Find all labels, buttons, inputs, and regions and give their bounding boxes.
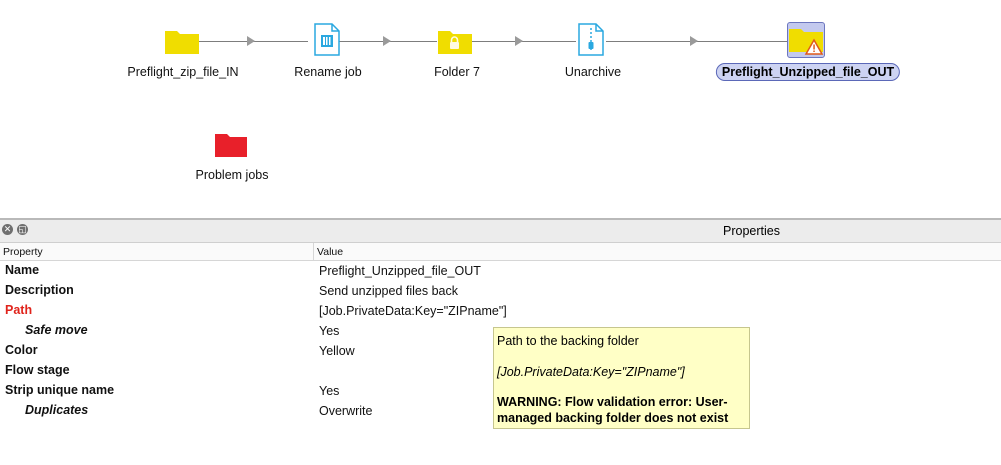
node-label-problem-jobs[interactable]: Problem jobs (196, 168, 269, 182)
column-header-value[interactable]: Value (317, 246, 343, 258)
property-name-flow-stage[interactable]: Flow stage (5, 363, 70, 377)
path-tooltip: Path to the backing folder [Job.PrivateD… (493, 327, 750, 429)
property-value-strip-unique-name[interactable]: Yes (319, 384, 339, 398)
node-label-unarchive[interactable]: Unarchive (565, 65, 621, 79)
node-label-preflight-zip-in[interactable]: Preflight_zip_file_IN (127, 65, 238, 79)
tooltip-warning-line1: WARNING: Flow validation error: User- (497, 395, 728, 409)
node-label-rename-job[interactable]: Rename job (294, 65, 361, 79)
connector-arrow-1 (247, 36, 255, 46)
property-name-description[interactable]: Description (5, 283, 74, 297)
folder-icon (165, 31, 199, 54)
property-name-name[interactable]: Name (5, 263, 39, 277)
property-name-color[interactable]: Color (5, 343, 38, 357)
properties-header (0, 220, 1001, 243)
property-value-safe-move[interactable]: Yes (319, 324, 339, 338)
folder-warning-icon (789, 29, 824, 55)
property-name-path[interactable]: Path (5, 303, 32, 317)
property-name-duplicates[interactable]: Duplicates (25, 403, 88, 417)
tooltip-warning: WARNING: Flow validation error: User- ma… (497, 394, 746, 426)
node-unarchive[interactable] (578, 23, 604, 56)
flow-canvas[interactable]: Preflight_zip_file_IN Rename job Folder … (0, 0, 1001, 218)
detach-icon[interactable]: ◱ (17, 224, 28, 235)
column-header-property[interactable]: Property (3, 246, 43, 258)
node-folder-7[interactable] (437, 27, 473, 55)
property-name-safe-move[interactable]: Safe move (25, 323, 88, 337)
properties-title: Properties (723, 224, 780, 238)
connector-arrow-3 (515, 36, 523, 46)
node-rename-job[interactable] (314, 23, 340, 56)
locked-folder-icon (438, 31, 472, 54)
property-name-strip-unique-name[interactable]: Strip unique name (5, 383, 114, 397)
property-value-description[interactable]: Send unzipped files back (319, 284, 458, 298)
column-divider[interactable] (313, 243, 314, 260)
node-problem-jobs[interactable] (214, 131, 248, 158)
unarchive-icon (578, 23, 604, 56)
property-value-name[interactable]: Preflight_Unzipped_file_OUT (319, 264, 481, 278)
rename-job-icon (314, 23, 340, 56)
close-icon[interactable]: ✕ (2, 224, 13, 235)
column-header-row (0, 243, 1001, 261)
node-preflight-zip-in[interactable] (164, 27, 200, 55)
property-value-duplicates[interactable]: Overwrite (319, 404, 372, 418)
connector-arrow-2 (383, 36, 391, 46)
tooltip-path-value: [Job.PrivateData:Key="ZIPname"] (497, 365, 685, 379)
node-preflight-unzipped-out[interactable] (788, 25, 824, 55)
tooltip-description: Path to the backing folder (497, 334, 639, 348)
connector-arrow-4 (690, 36, 698, 46)
tooltip-warning-line2: managed backing folder does not exist (497, 411, 729, 425)
problem-folder-icon (215, 134, 247, 157)
connector-3[interactable] (472, 41, 576, 42)
node-label-folder-7[interactable]: Folder 7 (434, 65, 480, 79)
property-value-path[interactable]: [Job.PrivateData:Key="ZIPname"] (319, 304, 507, 318)
property-value-color[interactable]: Yellow (319, 344, 355, 358)
node-label-preflight-unzipped-out[interactable]: Preflight_Unzipped_file_OUT (715, 63, 901, 81)
